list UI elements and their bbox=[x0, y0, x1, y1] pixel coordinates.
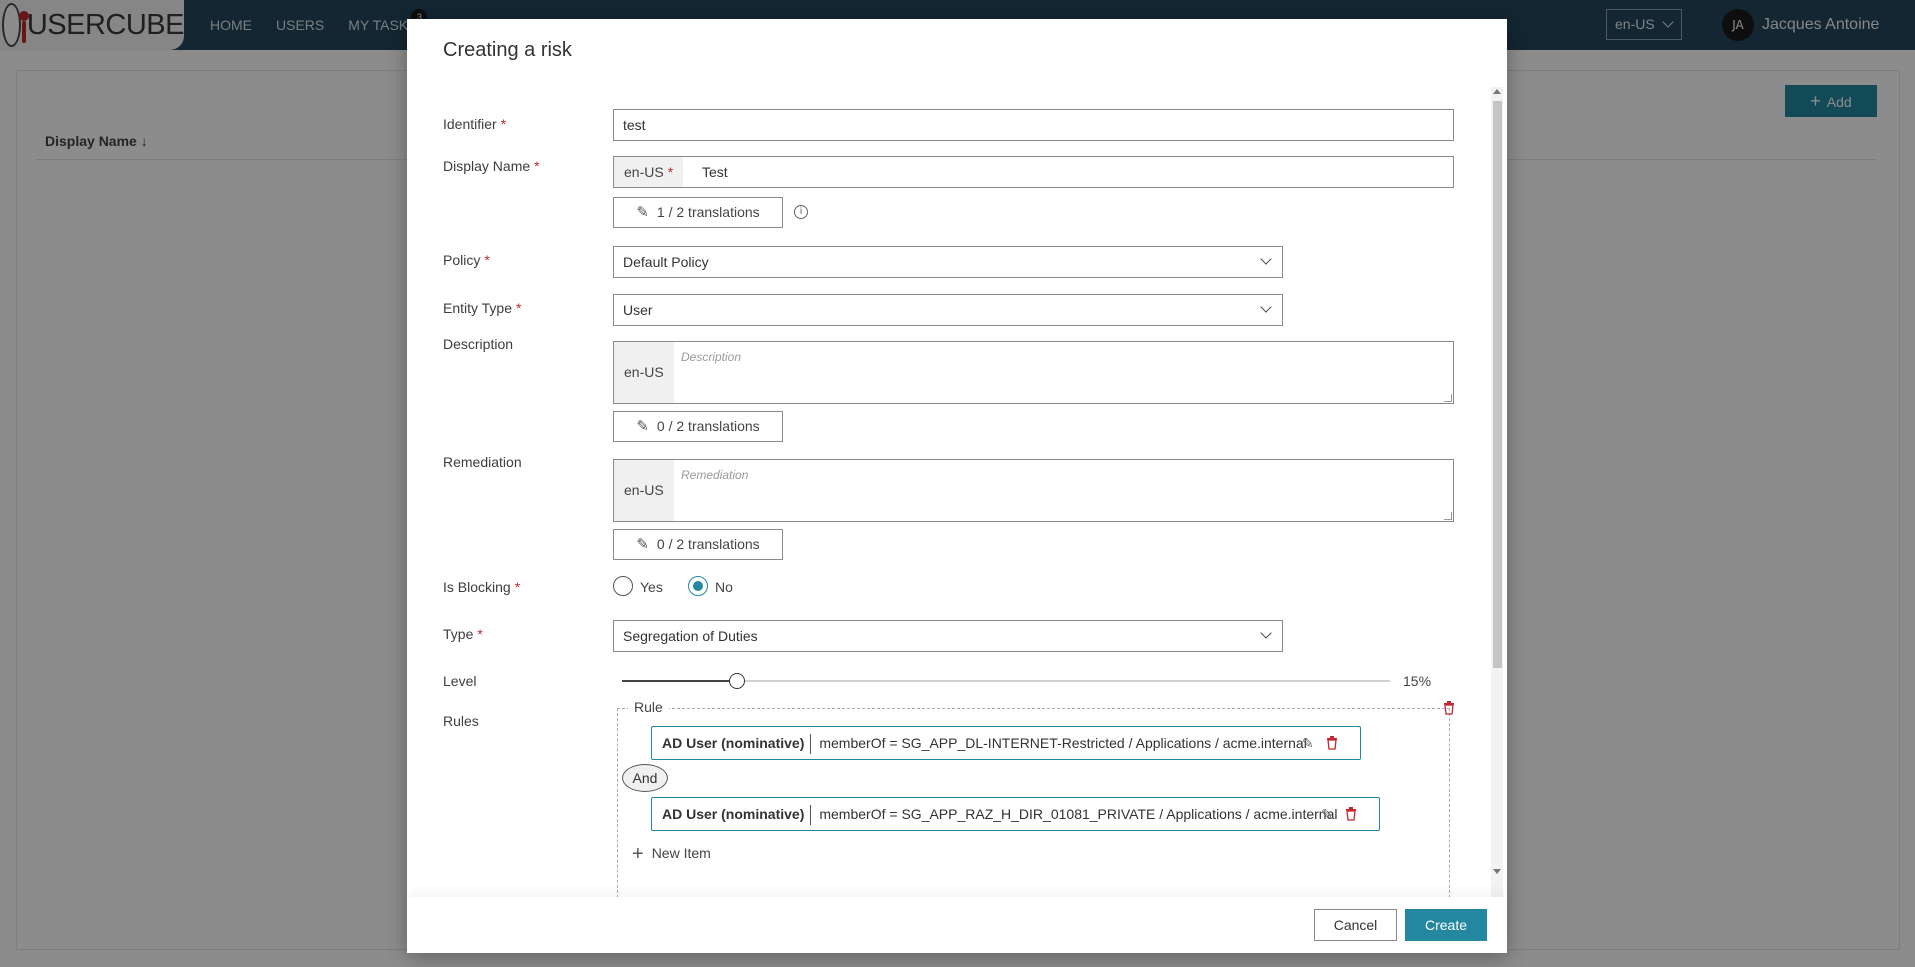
required-mark: * bbox=[477, 626, 483, 642]
required-mark: * bbox=[667, 164, 674, 180]
edit-pencil-icon[interactable]: ✎ bbox=[1321, 798, 1333, 830]
policy-label: Policy * bbox=[443, 252, 490, 268]
is-blocking-no-label[interactable]: No bbox=[715, 579, 733, 595]
required-mark: * bbox=[516, 300, 522, 316]
type-label: Type * bbox=[443, 626, 483, 642]
create-risk-dialog: Creating a risk Identifier * test Display… bbox=[407, 19, 1507, 953]
pencil-icon: ✎ bbox=[636, 204, 649, 221]
dialog-footer: Cancel Create bbox=[407, 897, 1507, 953]
policy-value: Default Policy bbox=[623, 254, 709, 270]
pencil-icon: ✎ bbox=[636, 536, 649, 553]
policy-select[interactable]: Default Policy bbox=[613, 246, 1283, 278]
display-name-input[interactable]: en-US * Test bbox=[613, 156, 1454, 188]
type-value: Segregation of Duties bbox=[623, 628, 758, 644]
remediation-translations-button[interactable]: ✎ 0 / 2 translations bbox=[613, 529, 783, 560]
identifier-input[interactable]: test bbox=[613, 109, 1454, 141]
rule-condition: memberOf = SG_APP_DL-INTERNET-Restricted… bbox=[819, 735, 1307, 751]
rule-item[interactable]: AD User (nominative) memberOf = SG_APP_RA… bbox=[651, 797, 1380, 831]
pencil-icon: ✎ bbox=[636, 418, 649, 435]
dialog-title: Creating a risk bbox=[443, 39, 572, 61]
rule-entity: AD User (nominative) bbox=[662, 735, 805, 751]
entity-type-value: User bbox=[623, 302, 653, 318]
is-blocking-label: Is Blocking * bbox=[443, 579, 520, 595]
delete-rule-group-trash-icon[interactable] bbox=[1443, 701, 1455, 715]
level-value: 15% bbox=[1403, 673, 1432, 689]
is-blocking-label-text: Is Blocking bbox=[443, 579, 511, 595]
rule-item[interactable]: AD User (nominative) memberOf = SG_APP_DL… bbox=[651, 726, 1361, 760]
delete-trash-icon[interactable] bbox=[1345, 807, 1357, 821]
plus-icon: + bbox=[632, 843, 644, 865]
rule-actions: ✎ bbox=[1321, 798, 1357, 830]
create-button[interactable]: Create bbox=[1405, 909, 1487, 941]
resize-grip-icon[interactable] bbox=[1444, 394, 1452, 402]
display-name-translations-button[interactable]: ✎ 1 / 2 translations bbox=[613, 197, 783, 228]
remediation-placeholder: Remediation bbox=[681, 468, 749, 482]
type-label-text: Type bbox=[443, 626, 474, 642]
remediation-translations-label: 0 / 2 translations bbox=[656, 536, 760, 552]
remediation-textarea[interactable]: en-US Remediation bbox=[613, 459, 1454, 522]
entity-type-label-text: Entity Type bbox=[443, 300, 513, 316]
chevron-down-icon bbox=[1260, 301, 1272, 313]
is-blocking-yes-radio[interactable] bbox=[613, 576, 633, 596]
rule-group-label: Rule bbox=[628, 699, 669, 715]
remediation-label: Remediation bbox=[443, 454, 522, 470]
display-name-lang-text: en-US bbox=[624, 164, 664, 180]
display-name-label: Display Name * bbox=[443, 158, 540, 174]
is-blocking-no-radio[interactable] bbox=[688, 576, 708, 596]
identifier-label-text: Identifier bbox=[443, 116, 497, 132]
description-translations-label: 0 / 2 translations bbox=[656, 418, 760, 434]
required-mark: * bbox=[500, 116, 507, 132]
description-translations-button[interactable]: ✎ 0 / 2 translations bbox=[613, 411, 783, 442]
description-textarea[interactable]: en-US Description bbox=[613, 341, 1454, 404]
display-name-label-text: Display Name bbox=[443, 158, 531, 174]
cancel-button[interactable]: Cancel bbox=[1314, 909, 1397, 941]
scrollbar-thumb[interactable] bbox=[1493, 101, 1502, 668]
and-operator-toggle[interactable]: And bbox=[622, 764, 668, 792]
level-label: Level bbox=[443, 673, 477, 689]
resize-grip-icon[interactable] bbox=[1444, 512, 1452, 520]
remediation-lang: en-US bbox=[614, 460, 674, 521]
scroll-up-arrow-icon[interactable] bbox=[1493, 89, 1501, 94]
rule-group: Rule AD User (nominative) memberOf = SG_A… bbox=[617, 699, 1454, 897]
new-item-label: New Item bbox=[651, 845, 711, 861]
entity-type-label: Entity Type * bbox=[443, 300, 521, 316]
is-blocking-yes-label[interactable]: Yes bbox=[640, 579, 663, 595]
rule-condition: memberOf = SG_APP_RAZ_H_DIR_01081_PRIVAT… bbox=[819, 806, 1338, 822]
policy-label-text: Policy bbox=[443, 252, 481, 268]
chevron-down-icon bbox=[1260, 627, 1272, 639]
entity-type-select[interactable]: User bbox=[613, 294, 1283, 326]
new-item-button[interactable]: + New Item bbox=[632, 843, 711, 866]
level-slider[interactable] bbox=[622, 673, 1390, 689]
rules-label: Rules bbox=[443, 713, 479, 729]
rule-actions: ✎ bbox=[1302, 727, 1338, 759]
level-slider-thumb[interactable] bbox=[729, 673, 746, 689]
scroll-down-arrow-icon[interactable] bbox=[1493, 869, 1501, 874]
display-name-translations-label: 1 / 2 translations bbox=[656, 204, 760, 220]
edit-pencil-icon[interactable]: ✎ bbox=[1302, 727, 1314, 759]
delete-trash-icon[interactable] bbox=[1326, 736, 1338, 750]
identifier-label: Identifier * bbox=[443, 116, 506, 132]
required-mark: * bbox=[534, 158, 540, 174]
required-mark: * bbox=[484, 252, 490, 268]
level-slider-fill bbox=[622, 680, 738, 682]
required-mark: * bbox=[514, 579, 521, 595]
chevron-down-icon bbox=[1260, 253, 1272, 265]
type-select[interactable]: Segregation of Duties bbox=[613, 620, 1283, 652]
rule-separator bbox=[810, 805, 812, 826]
description-label: Description bbox=[443, 336, 514, 352]
description-lang: en-US bbox=[614, 342, 674, 403]
description-placeholder: Description bbox=[681, 350, 742, 364]
display-name-lang: en-US * bbox=[614, 157, 684, 187]
form-area: Identifier * test Display Name * en-US * Te… bbox=[407, 85, 1507, 897]
display-name-value: Test bbox=[702, 164, 728, 180]
rule-entity: AD User (nominative) bbox=[662, 806, 805, 822]
rule-separator bbox=[810, 734, 812, 755]
info-icon[interactable]: i bbox=[794, 205, 808, 219]
